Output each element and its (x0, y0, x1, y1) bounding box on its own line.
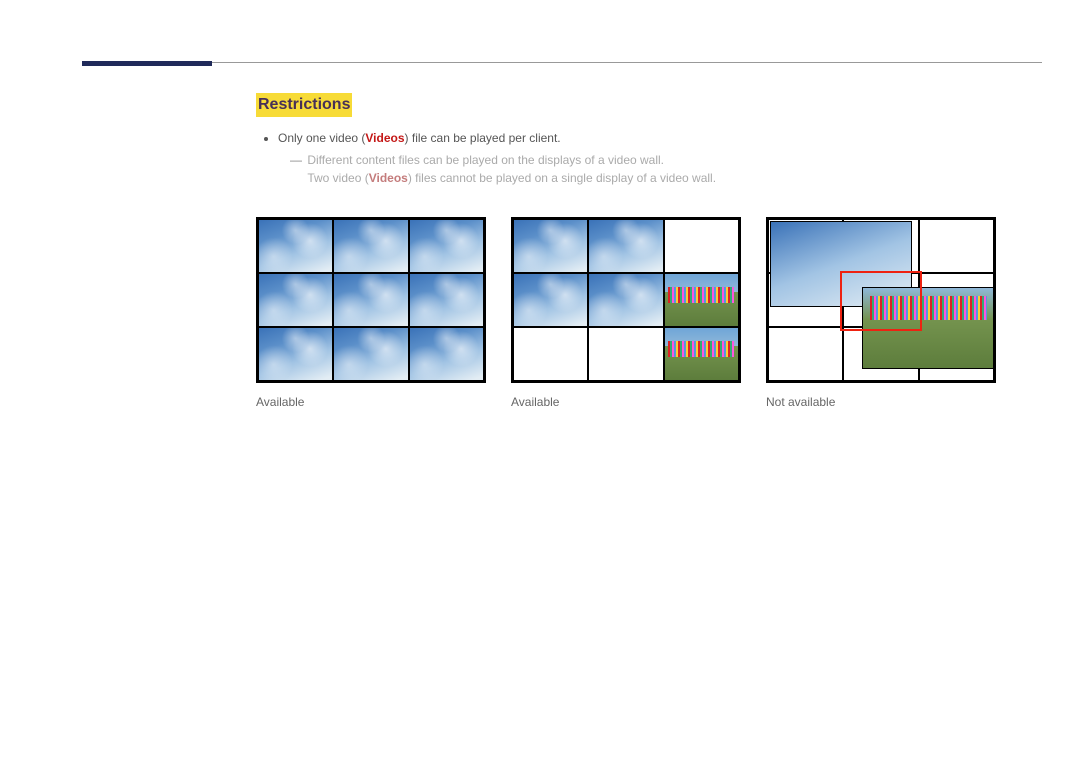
cell (333, 219, 408, 273)
cell (409, 327, 484, 381)
figures-row: Available Available (256, 217, 1080, 411)
cell (664, 327, 739, 381)
figure-not-available: Not available (766, 217, 996, 411)
sub-bullets: ― Different content files can be played … (278, 151, 1016, 187)
figure-caption: Available (256, 393, 486, 411)
header-rule (82, 62, 1042, 63)
cell (588, 327, 663, 381)
figure-available-fullwall: Available (256, 217, 486, 411)
videowall-overlap (766, 217, 996, 383)
video-ground (862, 287, 994, 369)
cell (258, 273, 333, 327)
cell (333, 327, 408, 381)
videowall-grid (511, 217, 741, 383)
cell (768, 327, 843, 381)
content-block: Restrictions Only one video (Videos) fil… (256, 93, 1016, 187)
cell (513, 327, 588, 381)
figure-caption: Available (511, 393, 741, 411)
cell (258, 219, 333, 273)
videos-keyword: Videos (365, 131, 404, 145)
bullet-main: Only one video (Videos) file can be play… (278, 129, 1016, 187)
figure-available-separate: Available (511, 217, 741, 411)
cell (588, 219, 663, 273)
videowall-grid (256, 217, 486, 383)
cell (664, 273, 739, 327)
cell (513, 219, 588, 273)
sub-line-1: Different content files can be played on… (307, 151, 716, 187)
section-heading: Restrictions (256, 93, 352, 117)
cell (409, 219, 484, 273)
cell (664, 219, 739, 273)
cell (258, 327, 333, 381)
cell (513, 273, 588, 327)
cell (919, 219, 994, 273)
dash-icon: ― (290, 151, 302, 169)
cell (333, 273, 408, 327)
sub-line-2: Two video (Videos) files cannot be playe… (307, 171, 716, 185)
cell (588, 273, 663, 327)
figure-caption: Not available (766, 393, 996, 411)
videos-keyword-2: Videos (369, 171, 408, 185)
cell (409, 273, 484, 327)
